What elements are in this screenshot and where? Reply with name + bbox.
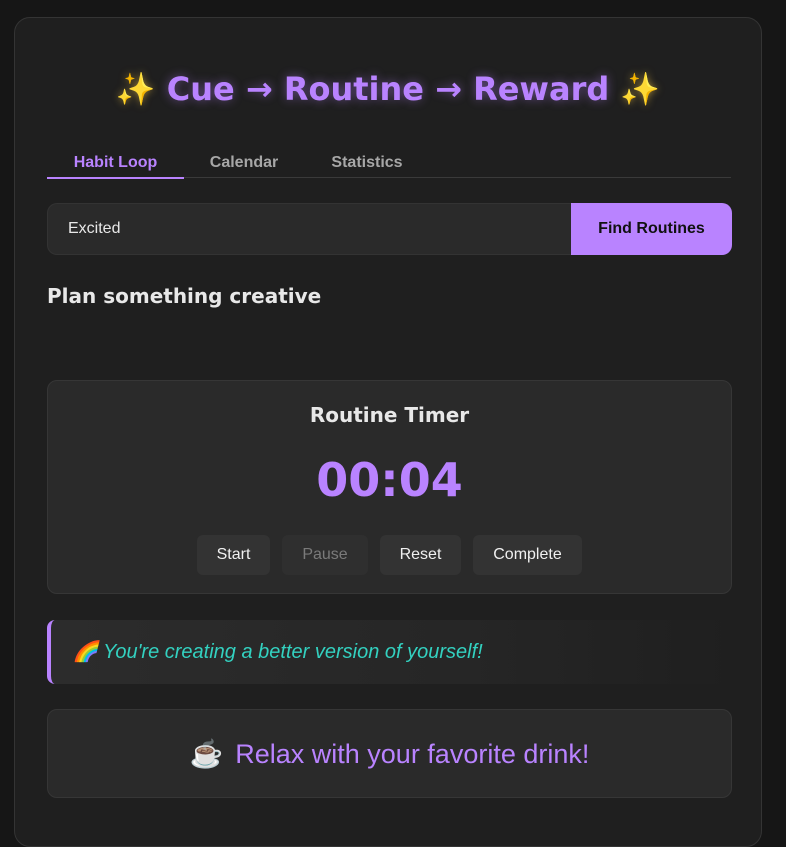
coffee-icon: ☕ <box>189 739 224 769</box>
rainbow-icon: 🌈 <box>73 641 98 663</box>
routine-heading: Plan something creative <box>47 284 322 308</box>
pause-button[interactable]: Pause <box>282 535 368 575</box>
sparkle-icon-left: ✨ <box>115 70 156 108</box>
page-title-text: Cue → Routine → Reward <box>166 70 610 108</box>
timer-display: 00:04 <box>316 453 463 507</box>
motivation-text: You're creating a better version of your… <box>103 641 483 663</box>
mood-search-row: Find Routines <box>47 203 732 255</box>
tab-habit-loop[interactable]: Habit Loop <box>47 142 184 179</box>
sparkle-icon-right: ✨ <box>620 70 661 108</box>
reward-panel: ☕ Relax with your favorite drink! <box>47 709 732 798</box>
routine-timer-panel: Routine Timer 00:04 Start Pause Reset Co… <box>47 380 732 594</box>
page-title: ✨ Cue → Routine → Reward ✨ <box>15 70 761 108</box>
timer-title: Routine Timer <box>309 403 470 427</box>
tab-calendar[interactable]: Calendar <box>199 142 289 177</box>
reset-button[interactable]: Reset <box>380 535 461 575</box>
app-card: ✨ Cue → Routine → Reward ✨ Habit Loop Ca… <box>14 17 762 847</box>
find-routines-button[interactable]: Find Routines <box>571 203 732 255</box>
motivation-quote: 🌈 You're creating a better version of yo… <box>47 620 732 684</box>
tab-bar: Habit Loop Calendar Statistics <box>47 142 731 179</box>
start-button[interactable]: Start <box>197 535 270 575</box>
tab-statistics[interactable]: Statistics <box>323 142 411 177</box>
reward-text: Relax with your favorite drink! <box>235 739 590 769</box>
complete-button[interactable]: Complete <box>473 535 582 575</box>
mood-input[interactable] <box>47 203 571 255</box>
